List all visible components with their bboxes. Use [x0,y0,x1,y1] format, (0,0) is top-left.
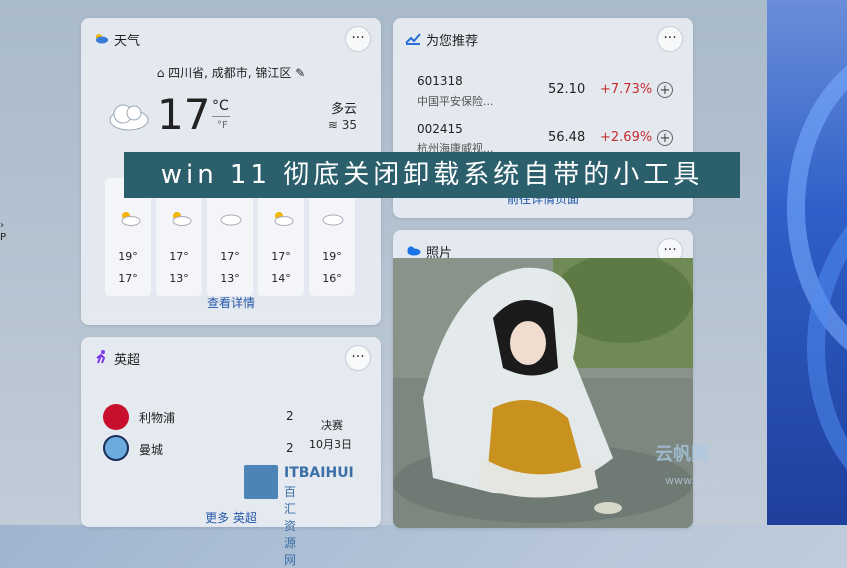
unit-divider [212,116,230,117]
stock-price: 52.10 [548,82,586,97]
unit-celsius[interactable]: °C [212,98,229,114]
weather-condition: 多云 [330,102,357,117]
title-banner: win 11 彻底关闭卸载系统自带的小工具 [124,152,740,198]
site-watermark: 云帆网 [655,444,709,465]
photos-card[interactable]: 照片 ··· [393,230,693,528]
cloudy-icon [109,104,149,131]
running-person-icon [96,350,106,364]
stock-code[interactable]: 601318 [417,74,463,88]
forecast-high: 17° [169,250,189,263]
stock-name: 中国平安保险... [417,95,494,108]
stock-code[interactable]: 002415 [417,122,463,136]
weather-details-link[interactable]: 查看详情 [81,294,381,311]
liverpool-crest-icon [103,404,129,430]
football-card[interactable]: 英超 ··· 利物浦 2 曼城 2 决赛 10月3日 更多 英超 [81,337,381,527]
forecast-low: 14° [271,272,291,285]
team-score: 2 [286,409,294,423]
team-name[interactable]: 利物浦 [139,409,175,426]
edit-pencil-icon[interactable]: ✎ [295,66,305,80]
cloud-sun-icon [274,212,294,226]
aqi-icon: ≋ [327,118,338,132]
forecast-high: 17° [220,250,240,263]
unit-fahrenheit[interactable]: °F [217,120,228,131]
cloud-sun-icon [121,212,141,226]
match-status: 决赛 [321,419,343,432]
football-title: 英超 [114,353,141,368]
photo-image[interactable] [393,258,693,528]
home-icon: ⌂ [156,66,165,80]
football-more-link[interactable]: 更多 英超 [81,509,381,526]
location-row[interactable]: ⌂ 四川省, 成都市, 锦江区 ✎ [81,64,381,81]
onedrive-cloud-icon [407,246,421,256]
stocks-title: 为您推荐 [426,34,479,49]
football-more-button[interactable]: ··· [345,345,371,371]
itbaihui-logo-icon [244,465,278,499]
forecast-low: 17° [118,272,138,285]
add-stock-icon[interactable]: + [657,130,673,146]
left-edge-glyphs: › P [0,220,7,243]
stocks-more-button[interactable]: ··· [657,26,683,52]
add-stock-icon[interactable]: + [657,82,673,98]
match-date: 10月3日 [309,438,352,451]
forecast-low: 16° [322,272,342,285]
man-city-crest-icon [103,435,129,461]
forecast-high: 17° [271,250,291,263]
stock-change: +2.69% [600,130,653,145]
weather-cloud-icon [96,34,108,44]
photo-illustration [393,258,693,528]
site-url-watermark: www.yfxyfun.com [665,474,763,487]
desktop-wallpaper [767,0,847,525]
forecast-low: 13° [220,272,240,285]
forecast-high: 19° [118,250,138,263]
stock-change: +7.73% [600,82,653,97]
stock-chart-icon [405,33,421,45]
cloud-icon [322,214,344,226]
aqi-row: ≋ 35 [328,118,357,132]
cloud-sun-icon [172,212,192,226]
aqi-value: 35 [341,118,357,132]
team-score: 2 [286,441,294,455]
team-name[interactable]: 曼城 [139,441,163,458]
location-text: 四川省, 成都市, 锦江区 [168,66,292,80]
forecast-low: 13° [169,272,189,285]
current-temperature: 17 [157,90,211,139]
cloud-icon [220,214,242,226]
weather-more-button[interactable]: ··· [345,26,371,52]
forecast-high: 19° [322,250,342,263]
weather-title: 天气 [114,34,141,49]
stock-price: 56.48 [548,130,586,145]
